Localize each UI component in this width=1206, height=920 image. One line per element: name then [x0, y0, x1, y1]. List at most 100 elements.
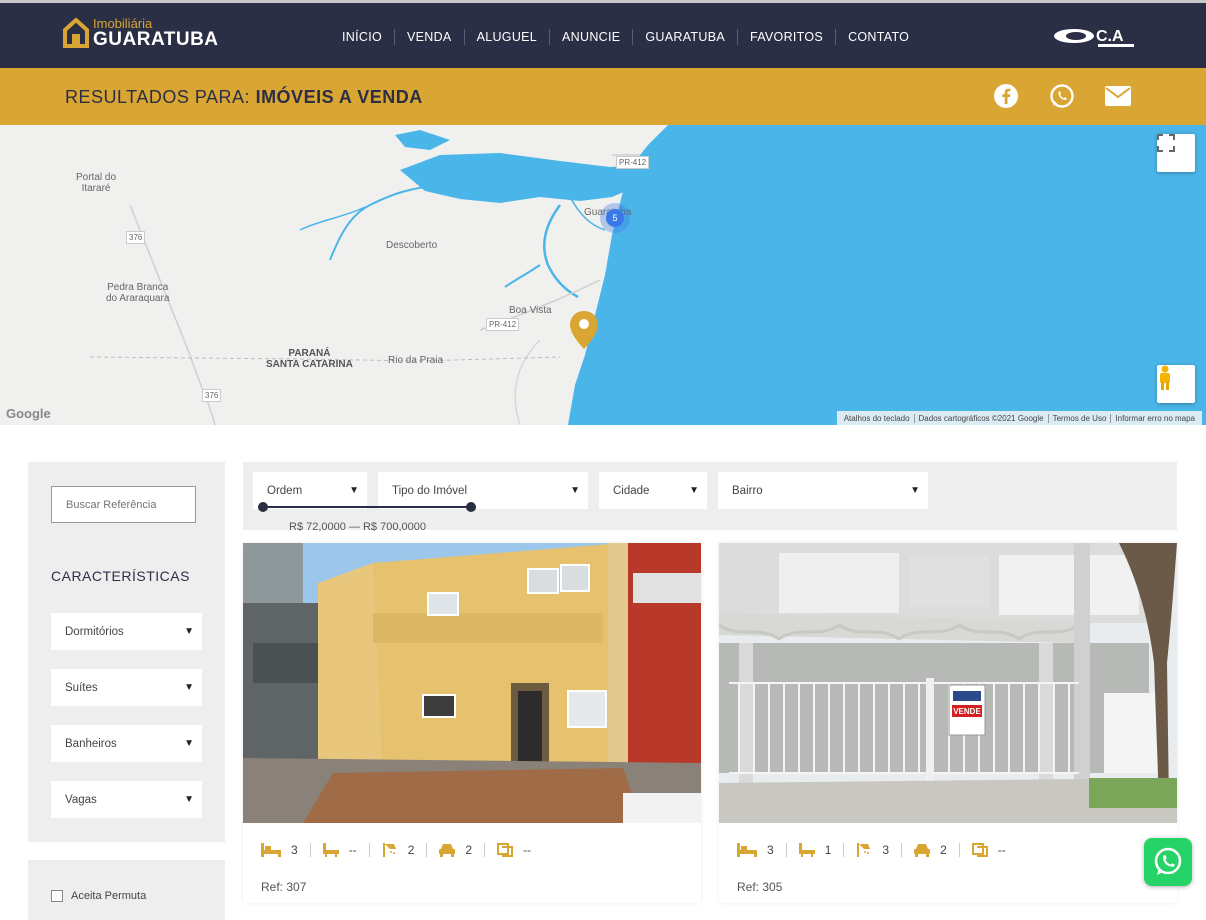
pegman-icon — [1160, 365, 1170, 390]
results-prefix: RESULTADOS PARA: — [65, 87, 251, 107]
site-logo[interactable]: Imobiliária GUARATUBA — [63, 17, 219, 49]
parking-select-label: Vagas — [65, 793, 97, 806]
nav-venda[interactable]: VENDA — [395, 29, 465, 45]
suites-select[interactable]: Suítes ▼ — [51, 669, 202, 706]
logo-big-text: GUARATUBA — [93, 29, 219, 50]
bed-icon — [261, 843, 281, 857]
filter-sidebar-options: Aceita Permuta — [28, 860, 225, 920]
partner-logo[interactable]: C.A — [1052, 25, 1138, 51]
nav-guaratuba[interactable]: GUARATUBA — [633, 29, 738, 45]
map-label-rio-da-praia: Rio da Praia — [388, 355, 444, 366]
shower-icon — [857, 843, 871, 857]
listing-ref: Ref: 305 — [737, 880, 783, 894]
area-value: -- — [997, 843, 1006, 857]
fullscreen-icon — [1157, 134, 1175, 152]
chevron-down-icon: ▼ — [910, 485, 920, 496]
whatsapp-icon[interactable] — [1048, 82, 1076, 110]
bedrooms-value: 3 — [767, 843, 774, 857]
map-footer-report[interactable]: Informar erro no mapa — [1111, 414, 1199, 423]
car-icon — [439, 844, 456, 857]
characteristics-title: CARACTERÍSTICAS — [51, 568, 190, 584]
shower-icon — [382, 843, 396, 857]
area-icon — [497, 843, 514, 857]
nav-favoritos[interactable]: FAVORITOS — [738, 29, 837, 45]
checkbox-box[interactable] — [51, 890, 63, 902]
suites-feature: 1 — [798, 843, 845, 857]
bed-icon — [737, 843, 757, 857]
price-slider-track[interactable] — [263, 506, 471, 508]
whatsapp-chat-button[interactable] — [1144, 838, 1192, 886]
listing-features: 3 -- 2 2 -- — [261, 843, 555, 857]
nav-aluguel[interactable]: ALUGUEL — [465, 29, 551, 45]
listing-card[interactable]: VENDE 3 1 3 2 -- Ref: 305 — [719, 543, 1177, 903]
price-slider-min-handle[interactable] — [258, 502, 268, 512]
map-label-descoberto: Descoberto — [386, 240, 438, 251]
whatsapp-icon — [1154, 847, 1182, 875]
bathrooms-select[interactable]: Banheiros ▼ — [51, 725, 202, 762]
nav-contato[interactable]: CONTATO — [836, 29, 921, 45]
chevron-down-icon: ▼ — [184, 794, 194, 805]
map-cluster-count: 5 — [606, 209, 624, 227]
listing-card[interactable]: 3 -- 2 2 -- Ref: 307 — [243, 543, 701, 903]
map-cluster-marker[interactable]: 5 — [600, 203, 630, 233]
area-value: -- — [523, 843, 532, 857]
map-view[interactable]: Portal do Itararé Descoberto Pedra Branca… — [0, 125, 1206, 425]
listing-features: 3 1 3 2 -- — [737, 843, 1030, 857]
parking-feature: 2 — [914, 843, 960, 857]
partner-logo-text: C.A — [1096, 28, 1124, 45]
listing-photo[interactable] — [243, 543, 701, 823]
price-slider-max-handle[interactable] — [466, 502, 476, 512]
bedrooms-feature: 3 — [737, 843, 787, 857]
map-label-portal: Portal do Itararé — [76, 172, 117, 194]
car-icon — [914, 844, 931, 857]
filter-bar: Ordem ▼ Tipo do Imóvel ▼ Cidade ▼ Bairro… — [243, 462, 1177, 533]
bathtub-icon — [798, 843, 815, 857]
parking-value: 2 — [940, 843, 947, 857]
bathrooms-feature: 2 — [382, 843, 428, 857]
map-footer: Atalhos do teclado Dados cartográficos ©… — [836, 411, 1202, 425]
main-nav: INÍCIO VENDA ALUGUEL ANUNCIE GUARATUBA F… — [330, 29, 921, 45]
filter-sidebar: CARACTERÍSTICAS Dormitórios ▼ Suítes ▼ B… — [28, 462, 225, 842]
property-type-select[interactable]: Tipo do Imóvel ▼ — [378, 472, 588, 509]
map-footer-terms[interactable]: Termos de Uso — [1049, 413, 1112, 423]
for-sale-sign-text: VENDE — [953, 707, 981, 716]
parking-value: 2 — [465, 843, 473, 857]
chevron-down-icon: ▼ — [184, 682, 194, 693]
area-feature: -- — [497, 843, 543, 857]
bedrooms-select-label: Dormitórios — [65, 625, 124, 638]
street-view-button[interactable] — [1157, 365, 1195, 403]
map-road-shield: 376 — [126, 231, 146, 244]
reference-search-input[interactable] — [51, 486, 196, 523]
bathrooms-value: 2 — [407, 843, 415, 857]
district-select-label: Bairro — [732, 484, 763, 497]
price-range-label: R$ 72,0000 — R$ 700,0000 — [289, 521, 426, 533]
bedrooms-select[interactable]: Dormitórios ▼ — [51, 613, 202, 650]
nav-inicio[interactable]: INÍCIO — [330, 29, 395, 45]
map-footer-shortcuts[interactable]: Atalhos do teclado — [840, 413, 915, 423]
district-select[interactable]: Bairro ▼ — [718, 472, 928, 509]
chevron-down-icon: ▼ — [184, 626, 194, 637]
map-footer-data: Dados cartográficos ©2021 Google — [915, 413, 1049, 423]
fullscreen-button[interactable] — [1157, 134, 1195, 172]
parking-select[interactable]: Vagas ▼ — [51, 781, 202, 818]
bathrooms-value: 3 — [882, 843, 890, 857]
city-select-label: Cidade — [613, 484, 650, 497]
suites-feature: -- — [322, 843, 370, 857]
order-select[interactable]: Ordem ▼ — [253, 472, 367, 509]
email-icon[interactable] — [1104, 82, 1132, 110]
accept-exchange-checkbox[interactable]: Aceita Permuta — [51, 890, 146, 902]
house-logo-icon — [63, 17, 89, 48]
nav-anuncie[interactable]: ANUNCIE — [550, 29, 634, 45]
facebook-icon[interactable] — [992, 82, 1020, 110]
area-icon — [971, 843, 988, 857]
city-select[interactable]: Cidade ▼ — [599, 472, 707, 509]
listing-photo[interactable]: VENDE — [719, 543, 1177, 823]
map-road-shield-2: 376 — [202, 389, 222, 402]
map-label-boa-vista: Boa Vista — [509, 305, 552, 316]
top-navbar: Imobiliária GUARATUBA INÍCIO VENDA ALUGU… — [0, 0, 1206, 68]
accept-exchange-label: Aceita Permuta — [71, 890, 147, 902]
chevron-down-icon: ▼ — [349, 485, 359, 496]
map-label-pedra-branca: Pedra Branca do Araraquara — [106, 282, 170, 304]
chevron-down-icon: ▼ — [689, 485, 699, 496]
bedrooms-feature: 3 — [261, 843, 311, 857]
